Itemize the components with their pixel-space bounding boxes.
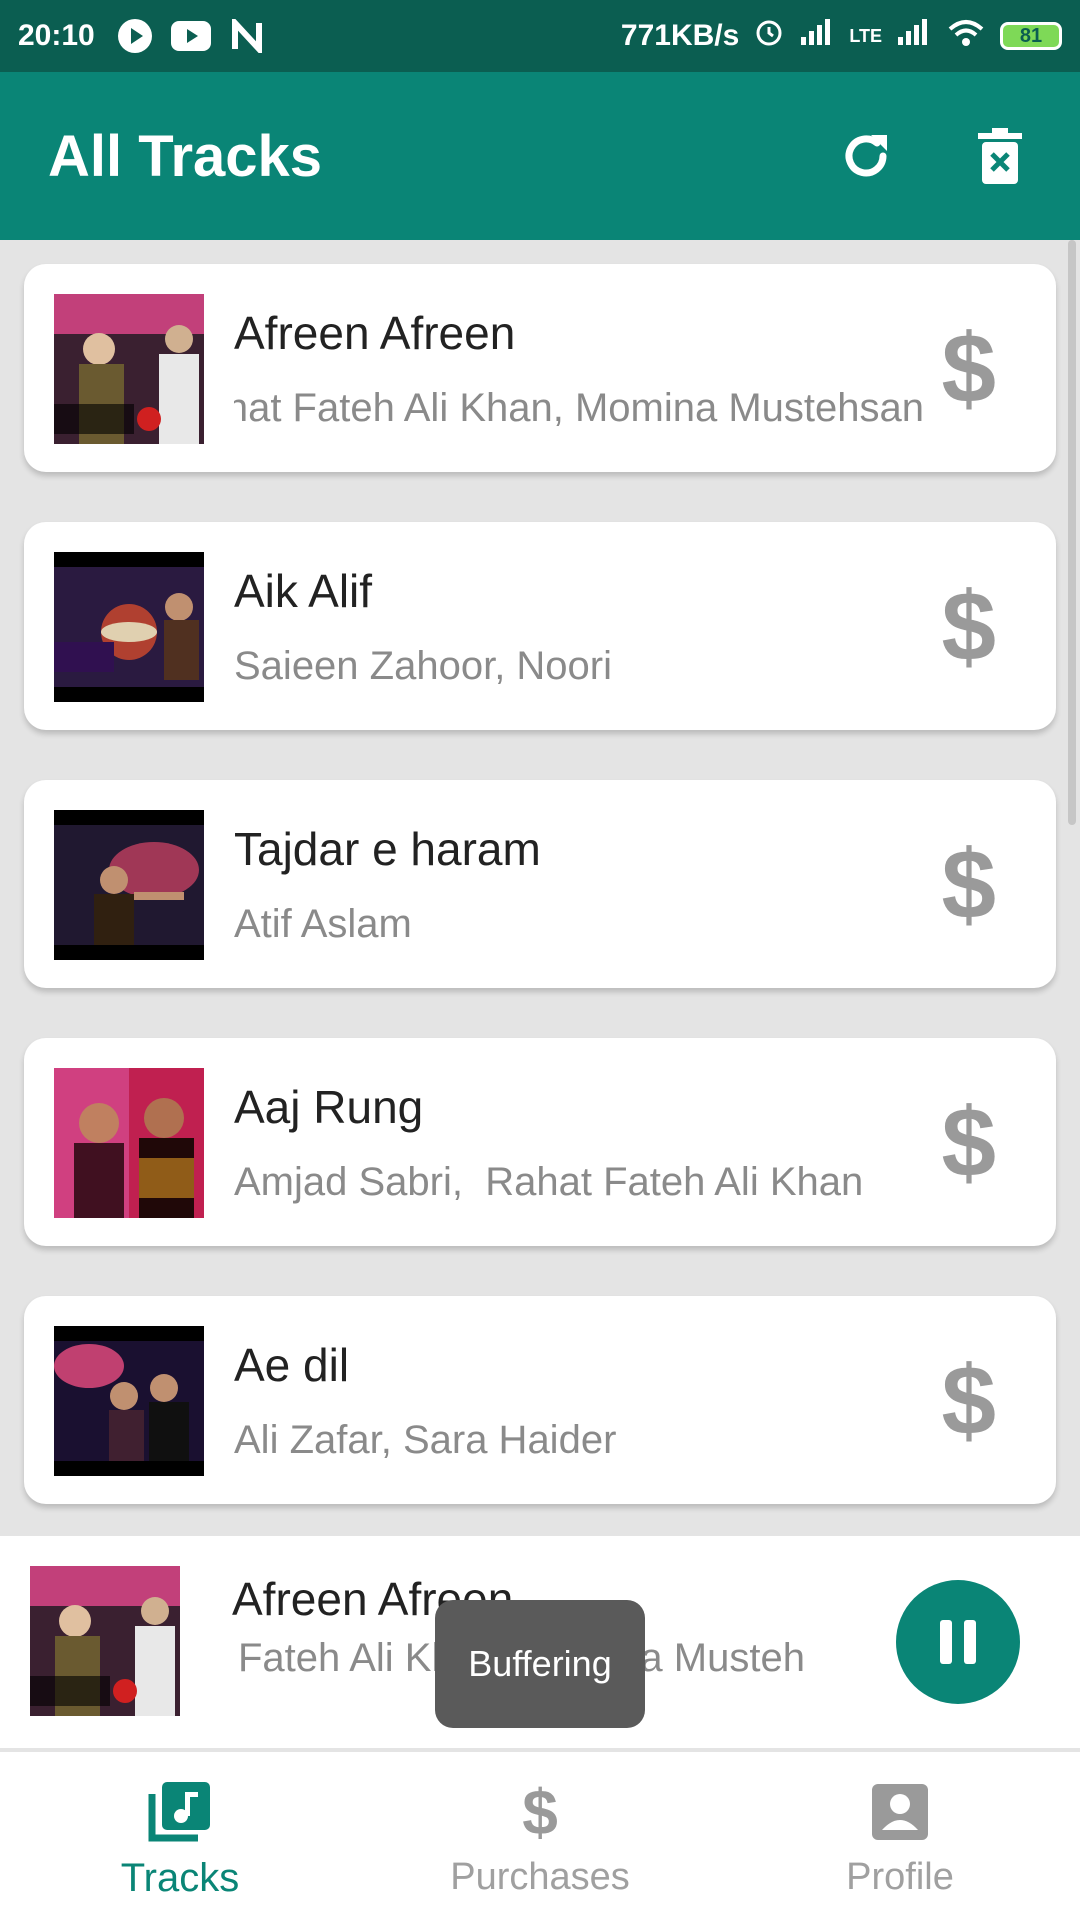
nav-label-profile: Profile <box>846 1856 954 1898</box>
track-thumbnail <box>54 294 204 444</box>
bottom-navigation: Tracks $ Purchases Profile <box>0 1752 1080 1920</box>
page-title: All Tracks <box>48 123 323 189</box>
battery-indicator: 81 <box>1000 22 1062 50</box>
lte-label: LTE <box>849 25 882 46</box>
buy-button[interactable]: $ <box>941 1093 996 1191</box>
track-artist: Saieen Zahoor, Noori <box>234 644 613 688</box>
signal-icon-2 <box>896 17 932 55</box>
nav-profile[interactable]: Profile <box>720 1752 1080 1920</box>
pause-button[interactable] <box>896 1580 1020 1704</box>
wifi-icon <box>946 17 986 55</box>
nav-tracks[interactable]: Tracks <box>0 1752 360 1920</box>
alarm-icon <box>753 16 785 56</box>
track-list: Afreen Afreen Rahat Fateh Ali Khan, Momi… <box>24 264 1056 1554</box>
status-bar: 20:10 771KB/s LTE 81 <box>0 0 1080 72</box>
track-artist: Amjad Sabri, Rahat Fateh Ali Khan <box>234 1160 864 1204</box>
delete-icon[interactable] <box>968 124 1032 188</box>
youtube-icon <box>170 16 211 56</box>
track-thumbnail <box>54 1326 204 1476</box>
signal-icon <box>799 17 835 55</box>
notification-n-icon <box>227 16 267 56</box>
pause-icon <box>940 1620 976 1664</box>
play-icon <box>115 16 155 56</box>
track-artist: Ali Zafar, Sara Haider <box>234 1418 617 1462</box>
refresh-icon[interactable] <box>834 124 898 188</box>
track-card[interactable]: Afreen Afreen Rahat Fateh Ali Khan, Momi… <box>24 264 1056 472</box>
music-library-icon <box>148 1776 212 1848</box>
track-thumbnail <box>54 552 204 702</box>
now-playing-thumbnail <box>30 1566 180 1716</box>
nav-label-purchases: Purchases <box>450 1856 630 1898</box>
track-card[interactable]: Ae dil Ali Zafar, Sara Haider $ <box>24 1296 1056 1504</box>
track-title: Ae dil <box>234 1339 350 1391</box>
status-time: 20:10 <box>18 19 95 52</box>
track-thumbnail <box>54 810 204 960</box>
buy-button[interactable]: $ <box>941 1351 996 1449</box>
track-card[interactable]: Aik Alif Saieen Zahoor, Noori $ <box>24 522 1056 730</box>
nav-purchases[interactable]: $ Purchases <box>360 1752 720 1920</box>
profile-icon <box>872 1776 928 1848</box>
app-bar: All Tracks <box>0 72 1080 240</box>
track-artist: Atif Aslam <box>234 902 412 946</box>
nav-label-tracks: Tracks <box>120 1856 240 1900</box>
buy-button[interactable]: $ <box>941 319 996 417</box>
buy-button[interactable]: $ <box>941 577 996 675</box>
buy-button[interactable]: $ <box>941 835 996 933</box>
track-title: Aaj Rung <box>234 1081 424 1133</box>
scrollbar[interactable] <box>1068 240 1076 825</box>
track-card[interactable]: Tajdar e haram Atif Aslam $ <box>24 780 1056 988</box>
dollar-icon: $ <box>522 1776 558 1848</box>
track-title: Aik Alif <box>234 565 373 617</box>
track-artist: Rahat Fateh Ali Khan, Momina Mustehsan <box>234 386 924 430</box>
track-card[interactable]: Aaj Rung Amjad Sabri, Rahat Fateh Ali Kh… <box>24 1038 1056 1246</box>
network-speed: 771KB/s <box>620 19 740 52</box>
buffering-toast: Buffering <box>435 1600 645 1728</box>
track-title: Afreen Afreen <box>234 307 516 359</box>
track-title: Tajdar e haram <box>234 823 541 875</box>
track-thumbnail <box>54 1068 204 1218</box>
